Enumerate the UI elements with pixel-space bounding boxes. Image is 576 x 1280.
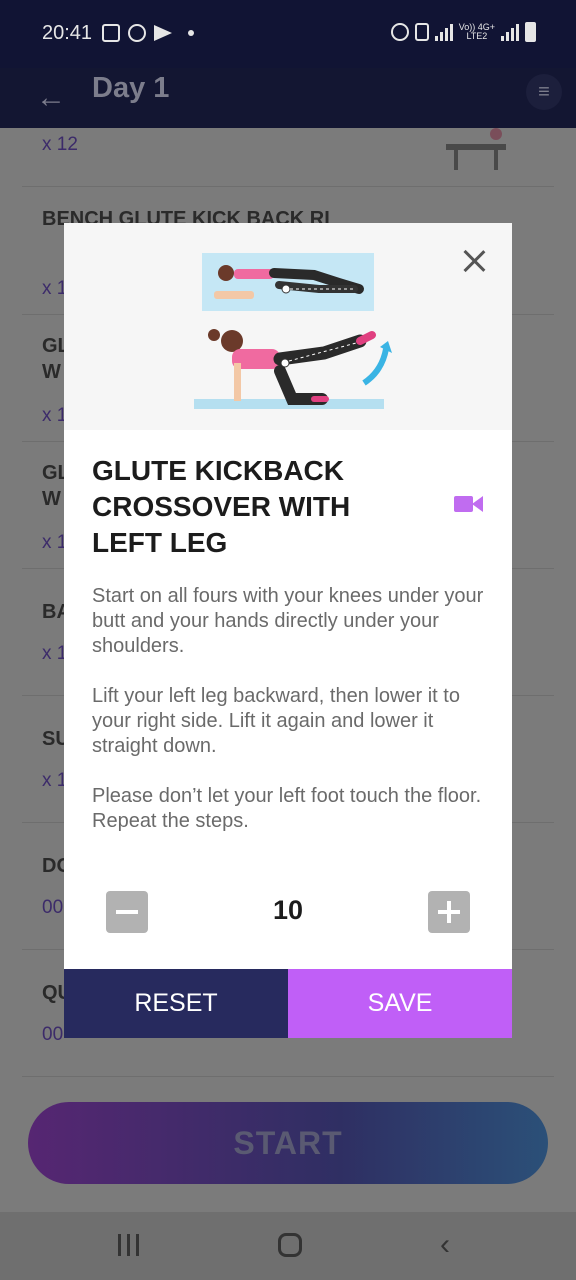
exercise-detail-dialog: GLUTE KICKBACK CROSSOVER WITH LEFT LEG S… [64,223,512,1038]
signal-icon [434,23,453,41]
exercise-title: GLUTE KICKBACK CROSSOVER WITH LEFT LEG [92,455,351,558]
system-icons: Vo)) 4G+ LTE2 [390,22,536,42]
list-item-count: 00 [42,1024,64,1045]
save-button[interactable]: SAVE [288,969,512,1038]
whatsapp-icon [128,24,146,42]
network-label-bottom: LTE2 [466,31,488,41]
description-paragraph: Please don’t let your left foot touch th… [92,785,482,832]
battery-icon [525,22,536,42]
gallery-icon [102,24,120,42]
system-nav-bar: ‹ [0,1212,576,1280]
exercise-illustration [64,223,512,430]
start-button[interactable]: START [28,1102,548,1184]
video-camera-icon[interactable] [454,494,484,514]
list-item-count: x 12 [42,134,78,155]
exercise-thumbnail [446,128,506,170]
start-button-label: START [233,1124,343,1161]
telegram-icon [154,25,172,41]
exercise-description: Start on all fours with your knees under… [92,584,486,859]
notification-icons [102,24,194,42]
more-dot-icon [188,30,194,36]
network-label: Vo)) 4G+ LTE2 [459,23,495,41]
alarm-icon [390,23,409,41]
nav-back-icon[interactable]: ‹ [440,1228,450,1262]
home-icon[interactable] [278,1233,302,1257]
decrement-button[interactable] [106,891,148,933]
description-paragraph: Lift your left leg backward, then lower … [92,685,460,757]
reps-value: 10 [272,895,304,925]
list-item[interactable]: x 12 [22,60,554,187]
recents-icon[interactable] [118,1234,139,1256]
description-paragraph: Start on all fours with your knees under… [92,585,484,657]
close-icon[interactable] [462,249,486,273]
reset-button[interactable]: RESET [64,969,288,1038]
status-bar: 20:41 Vo)) 4G+ LTE2 [0,0,576,68]
list-item-count: 00 [42,897,64,918]
signal-2-icon [501,23,519,41]
status-time: 20:41 [42,22,93,44]
sim-icon [414,23,429,41]
increment-button[interactable] [428,891,470,933]
